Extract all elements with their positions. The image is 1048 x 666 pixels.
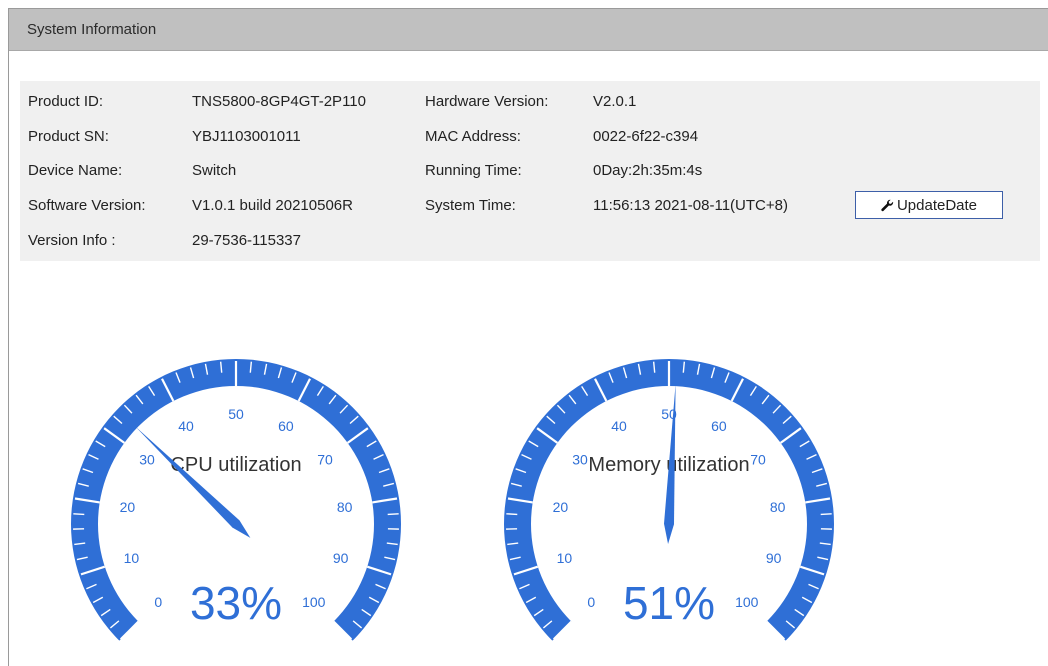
system-information-panel: System Information Product ID: TNS5800-8… <box>8 8 1048 666</box>
gauge-tick-label: 100 <box>735 594 759 610</box>
product-id-label: Product ID: <box>28 93 104 110</box>
gauge-title: CPU utilization <box>170 454 301 476</box>
mac-address-value: 0022-6f22-c394 <box>593 128 699 145</box>
mac-address-label: MAC Address: <box>425 128 521 145</box>
cpu-utilization-gauge: 0 10 20 30 40 50 60 70 80 90 100 CPU utilization 33% <box>70 358 401 641</box>
gauge-tick-label: 50 <box>228 406 244 422</box>
gauge-minor-tick <box>73 513 85 516</box>
update-date-button[interactable]: UpdateDate <box>855 191 1003 219</box>
gauge-value: 33% <box>190 577 282 629</box>
gauge-tick-label: 80 <box>337 499 353 515</box>
gauge-tick-label: 20 <box>120 499 136 515</box>
hardware-version-value: V2.0.1 <box>593 93 637 110</box>
gauge-tick-label: 20 <box>553 499 569 515</box>
system-time-value: 11:56:13 2021-08-11(UTC+8) <box>593 197 788 214</box>
gauge-tick-label: 100 <box>302 594 326 610</box>
gauge-minor-tick <box>820 513 832 516</box>
gauge-tick-label: 80 <box>770 499 786 515</box>
device-name-value: Switch <box>192 162 237 179</box>
wrench-icon <box>881 199 894 211</box>
software-version-label: Software Version: <box>28 197 146 214</box>
gauge-tick-label: 70 <box>317 451 333 467</box>
panel-header: System Information <box>9 9 1048 51</box>
gauge-tick-label: 0 <box>154 594 162 610</box>
gauge-tick-label: 90 <box>766 550 782 566</box>
gauge-tick-label: 40 <box>178 418 194 434</box>
memory-utilization-gauge: 0102030405060708090100Memory utilization… <box>504 358 834 641</box>
gauge-tick-label: 30 <box>572 451 588 467</box>
gauge-tick-label: 10 <box>557 550 573 566</box>
device-name-label: Device Name: <box>28 162 123 179</box>
gauge-tick-label: 90 <box>333 550 349 566</box>
system-time-label: System Time: <box>425 197 516 214</box>
version-info-value: 29-7536-115337 <box>192 232 301 249</box>
update-date-label: UpdateDate <box>896 196 978 214</box>
software-version-value: V1.0.1 build 20210506R <box>192 197 353 214</box>
gauge-tick-label: 30 <box>139 451 155 467</box>
panel-title: System Information <box>27 21 157 38</box>
product-sn-value: YBJ1103001011 <box>192 128 301 145</box>
gauge-tick-label: 60 <box>711 418 727 434</box>
gauge-tick-label: 60 <box>278 418 294 434</box>
running-time-value: 0Day:2h:35m:4s <box>593 162 703 179</box>
gauge-value: 51% <box>623 577 715 629</box>
gauge-tick-label: 70 <box>750 451 766 467</box>
hardware-version-label: Hardware Version: <box>425 93 549 110</box>
gauge-minor-tick <box>506 513 518 516</box>
gauge-tick-label: 0 <box>587 594 595 610</box>
product-id-value: TNS5800-8GP4GT-2P110 <box>192 93 366 110</box>
gauge-needle <box>135 426 251 538</box>
gauge-minor-tick <box>387 513 399 516</box>
product-sn-label: Product SN: <box>28 128 109 145</box>
gauge-tick-label: 40 <box>611 418 627 434</box>
running-time-label: Running Time: <box>425 162 522 179</box>
version-info-label: Version Info : <box>28 232 116 249</box>
gauge-tick-label: 10 <box>124 550 140 566</box>
